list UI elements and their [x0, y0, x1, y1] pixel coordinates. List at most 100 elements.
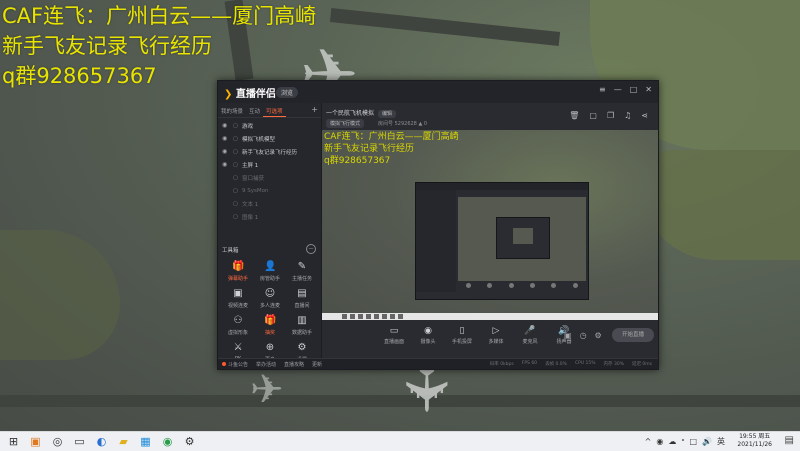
stream-preview[interactable]: CAF连飞：广州白云——厦门高崎 新手飞友记录飞行经历 q群928657367 — [322, 130, 658, 320]
clock-date: 2021/11/26 — [737, 441, 772, 448]
avatar-icon: ⚇ — [233, 315, 243, 326]
collapse-toolbox-button[interactable]: — — [306, 244, 316, 254]
stat-fps: FPS 60 — [521, 361, 538, 366]
close-icon[interactable]: ✕ — [645, 85, 652, 94]
tool-live-room[interactable]: ▤ 直播间 — [286, 288, 318, 309]
top-toolbar: 🗑 ▢ ❐ ♫ ⋖ — [569, 111, 648, 120]
edit-title-button[interactable]: 编辑 — [378, 110, 397, 118]
app-icon[interactable]: ▣ — [28, 434, 43, 449]
clock-time: 19:55 周五 — [739, 433, 771, 440]
stat-dropped: 丢帧 0.0% — [545, 361, 567, 367]
add-scene-icon[interactable]: + — [311, 103, 321, 117]
copy-icon[interactable]: ❐ — [607, 111, 614, 120]
tool-data-assistant[interactable]: ▥ 数据助手 — [286, 315, 318, 336]
live-panel: 一个民航飞机模拟 编辑 模拟飞行模式 房间号 5292628 ▲ 0 🗑 ▢ ❐ … — [322, 103, 658, 358]
phone-icon: ▯ — [459, 326, 465, 336]
lock-icon[interactable]: ▢ — [589, 111, 597, 120]
scene-item[interactable]: ◉ ▢ 主屏 1 — [218, 158, 318, 171]
tool-room-admin[interactable]: 👤 房管助手 — [254, 261, 286, 282]
window-icon[interactable]: ▭ — [72, 434, 87, 449]
window-controls: ≡ — □ ✕ — [599, 85, 652, 94]
notification-icon[interactable]: ▤ — [785, 435, 794, 446]
store-icon[interactable]: ▦ — [138, 434, 153, 449]
eye-icon[interactable]: ◉ — [222, 135, 230, 142]
camera-button[interactable]: ◉ 摄像头 — [416, 326, 440, 345]
clock[interactable]: 19:55 周五 2021/11/26 — [737, 433, 772, 449]
scene-item[interactable]: ◉ ▢ 新手飞友记录飞行经历 — [218, 145, 318, 158]
tray-app-icon[interactable]: ◉ — [656, 437, 663, 446]
tool-danmaku-assistant[interactable]: 🎁 弹幕助手 — [222, 261, 254, 282]
bottom-link[interactable]: 举办活动 — [256, 361, 276, 368]
screen-icon: ▭ — [389, 326, 399, 336]
taxiway — [329, 8, 561, 46]
chrome-icon[interactable]: ◉ — [160, 434, 175, 449]
microphone-button[interactable]: 🎤 麦克风 — [518, 326, 542, 345]
grass-area — [640, 150, 800, 260]
lock-icon[interactable]: ▢ — [233, 214, 239, 220]
tab-interaction[interactable]: 互动 — [246, 103, 263, 117]
scene-item[interactable]: ▢ 图像 1 — [218, 210, 318, 223]
maximize-icon[interactable]: □ — [630, 85, 638, 94]
display-icon[interactable]: □ — [689, 437, 697, 446]
tab-options[interactable]: 可选项 — [263, 103, 286, 117]
tool-streamer-tasks[interactable]: ✎ 主播任务 — [286, 261, 318, 282]
eye-icon[interactable]: ◉ — [222, 148, 230, 155]
scene-item[interactable]: ◉ ▢ 模拟飞机模型 — [218, 132, 318, 145]
pk-icon: ⚔ — [233, 342, 243, 353]
cloud-icon[interactable]: ☁ — [668, 437, 676, 446]
timer-icon[interactable]: ◷ — [580, 331, 587, 340]
stat-cpu: CPU 15% — [574, 361, 596, 366]
network-icon[interactable]: ᐤ — [681, 437, 684, 446]
volume-icon[interactable]: 🔊 — [702, 437, 712, 446]
windows-taskbar: ⊞ ▣ ◎ ▭ ◐ ▰ ▦ ◉ ⚙ ^ ◉ ☁ ᐤ □ 🔊 英 19:55 周五… — [0, 431, 800, 451]
bottom-link[interactable]: 更新 — [312, 361, 322, 368]
share-icon[interactable]: ⋖ — [641, 111, 648, 120]
browser-icon[interactable]: ◐ — [94, 434, 109, 449]
taskbar-icons: ⊞ ▣ ◎ ▭ ◐ ▰ ▦ ◉ ⚙ — [6, 434, 197, 449]
lock-icon[interactable]: ▢ — [233, 188, 239, 194]
version-pill[interactable]: 浏览 — [276, 87, 299, 98]
preview-overlay-qq: q群928657367 — [324, 156, 391, 166]
category-pill[interactable]: 模拟飞行模式 — [326, 119, 365, 128]
media-button[interactable]: ▷ 多媒体 — [484, 326, 508, 345]
chevron-up-icon[interactable]: ^ — [645, 437, 652, 446]
tool-multi-link[interactable]: ☺ 多人连麦 — [254, 288, 286, 309]
tool-avatar[interactable]: ⚇ 虚拟形象 — [222, 315, 254, 336]
folder-icon[interactable]: ▰ — [116, 434, 131, 449]
parked-airplane: ✈ — [250, 367, 284, 413]
eye-icon[interactable]: ◉ — [222, 161, 230, 168]
scene-item[interactable]: ▢ 窗口捕获 — [218, 171, 318, 184]
lock-icon[interactable]: ▢ — [233, 149, 239, 155]
tool-lottery[interactable]: 🎁 抽奖 — [254, 315, 286, 336]
menu-icon[interactable]: ≡ — [599, 85, 606, 94]
gear-icon[interactable]: ⚙ — [595, 331, 602, 340]
steam-icon[interactable]: ◎ — [50, 434, 65, 449]
lock-icon[interactable]: ▢ — [233, 175, 239, 181]
scene-item[interactable]: ▢ 文本 1 — [218, 197, 318, 210]
tab-my-scenes[interactable]: 我的场景 — [218, 103, 246, 117]
lock-icon[interactable]: ▢ — [233, 136, 239, 142]
bell-icon[interactable]: ♫ — [624, 111, 631, 120]
scene-item[interactable]: ▢ 9 SysMon — [218, 184, 318, 197]
lock-icon[interactable]: ▢ — [233, 201, 239, 207]
minimize-icon[interactable]: — — [614, 85, 622, 94]
lock-icon[interactable]: ▢ — [233, 123, 239, 129]
lock-icon[interactable]: ▢ — [233, 162, 239, 168]
scene-item[interactable]: ◉ ▢ 游戏 — [218, 119, 318, 132]
record-icon[interactable]: ▣ — [564, 331, 572, 340]
bottom-link[interactable]: 斗鱼公告 — [222, 361, 248, 368]
eye-icon[interactable]: ◉ — [222, 122, 230, 129]
start-live-button[interactable]: 开始直播 — [612, 328, 654, 342]
screen-source-button[interactable]: ▭ 直播画面 — [382, 326, 406, 345]
input-method[interactable]: 英 — [717, 436, 725, 447]
gear-icon[interactable]: ⚙ — [182, 434, 197, 449]
tool-video-link[interactable]: ▣ 视频连麦 — [222, 288, 254, 309]
media-icon: ▷ — [492, 326, 500, 336]
stat-memory: 内存 30% — [603, 361, 624, 367]
stat-bitrate: 码率 0kbps — [489, 361, 514, 367]
phone-cast-button[interactable]: ▯ 手机投屏 — [450, 326, 474, 345]
bottom-link[interactable]: 直播攻略 — [284, 361, 304, 368]
trash-icon[interactable]: 🗑 — [569, 111, 579, 120]
left-tabs: 我的场景 互动 可选项 + — [218, 103, 321, 118]
start-icon[interactable]: ⊞ — [6, 434, 21, 449]
